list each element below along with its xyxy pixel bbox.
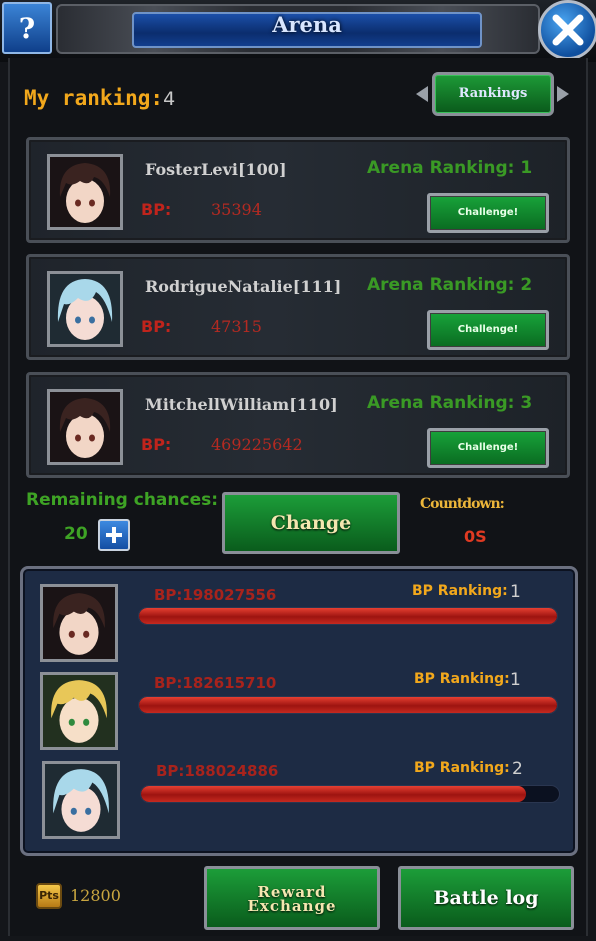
arena-ranking: Arena Ranking: 3 bbox=[367, 393, 533, 413]
reward-exchange-button[interactable]: Reward Exchange bbox=[204, 866, 380, 930]
bp-bar bbox=[140, 785, 560, 803]
battle-log-button[interactable]: Battle log bbox=[398, 866, 574, 930]
avatar bbox=[42, 761, 120, 839]
opponent-name: RodrigueNatalie[111] bbox=[145, 277, 342, 296]
avatar bbox=[47, 271, 123, 347]
avatar bbox=[47, 389, 123, 465]
remaining-chances-label: Remaining chances: bbox=[26, 490, 219, 510]
opponent-bp: 47315 bbox=[211, 317, 262, 336]
avatar bbox=[47, 154, 123, 230]
bp-value: BP:188024886 bbox=[156, 762, 279, 780]
bp-ranking-label: BP Ranking: bbox=[414, 671, 510, 687]
close-x-icon bbox=[552, 14, 584, 46]
rankings-button[interactable]: Rankings bbox=[432, 72, 554, 116]
bp-ranking-value: 1 bbox=[510, 582, 521, 602]
remaining-chances-value: 20 bbox=[64, 524, 88, 544]
my-ranking: My ranking:4 bbox=[24, 86, 175, 116]
arrow-right-icon bbox=[557, 86, 569, 102]
opponent-name: MitchellWilliam[110] bbox=[145, 395, 338, 414]
change-button[interactable]: Change bbox=[222, 492, 400, 554]
reward-exchange-line2: Exchange bbox=[247, 897, 337, 915]
points-value: 12800 bbox=[70, 886, 121, 905]
bp-bar-fill bbox=[139, 608, 557, 624]
help-button[interactable]: ? bbox=[2, 2, 52, 54]
bp-label: BP: bbox=[141, 435, 172, 454]
bp-bar bbox=[138, 607, 558, 625]
countdown-value: 0S bbox=[464, 527, 487, 546]
points-icon: Pts bbox=[36, 883, 62, 909]
opponent-name: FosterLevi[100] bbox=[145, 160, 287, 179]
bp-ranking-value: 2 bbox=[512, 759, 523, 779]
add-chances-button[interactable] bbox=[98, 519, 130, 551]
bp-ranking-value: 1 bbox=[510, 670, 521, 690]
bp-bar bbox=[138, 696, 558, 714]
bp-value: BP:182615710 bbox=[154, 674, 277, 692]
arrow-left-icon bbox=[416, 86, 428, 102]
opponent-card: RodrigueNatalie[111] BP: 47315 Arena Ran… bbox=[26, 254, 570, 360]
my-ranking-label: My ranking: bbox=[24, 86, 164, 110]
close-button[interactable] bbox=[538, 0, 596, 60]
my-ranking-value: 4 bbox=[163, 88, 176, 110]
challenge-button[interactable]: Challenge! bbox=[427, 310, 549, 350]
bp-bar-fill bbox=[141, 786, 526, 802]
challenge-button[interactable]: Challenge! bbox=[427, 428, 549, 468]
avatar bbox=[40, 584, 118, 662]
bp-ranking-label: BP Ranking: bbox=[414, 760, 510, 776]
opponent-card: MitchellWilliam[110] BP: 469225642 Arena… bbox=[26, 372, 570, 478]
arena-ranking: Arena Ranking: 2 bbox=[367, 275, 533, 295]
avatar bbox=[40, 672, 118, 750]
opponent-bp: 469225642 bbox=[211, 435, 303, 454]
bp-value: BP:198027556 bbox=[154, 586, 277, 604]
opponent-bp: 35394 bbox=[211, 200, 262, 219]
challenge-button[interactable]: Challenge! bbox=[427, 193, 549, 233]
countdown-label: Countdown: bbox=[420, 496, 505, 512]
bp-label: BP: bbox=[141, 200, 172, 219]
arena-ranking: Arena Ranking: 1 bbox=[367, 158, 533, 178]
page-title: Arena bbox=[272, 12, 342, 37]
bp-label: BP: bbox=[141, 317, 172, 336]
opponent-card: FosterLevi[100] BP: 35394 Arena Ranking:… bbox=[26, 137, 570, 243]
bp-ranking-label: BP Ranking: bbox=[412, 583, 508, 599]
bp-bar-fill bbox=[139, 697, 557, 713]
arena-header: Arena ? bbox=[0, 0, 596, 62]
